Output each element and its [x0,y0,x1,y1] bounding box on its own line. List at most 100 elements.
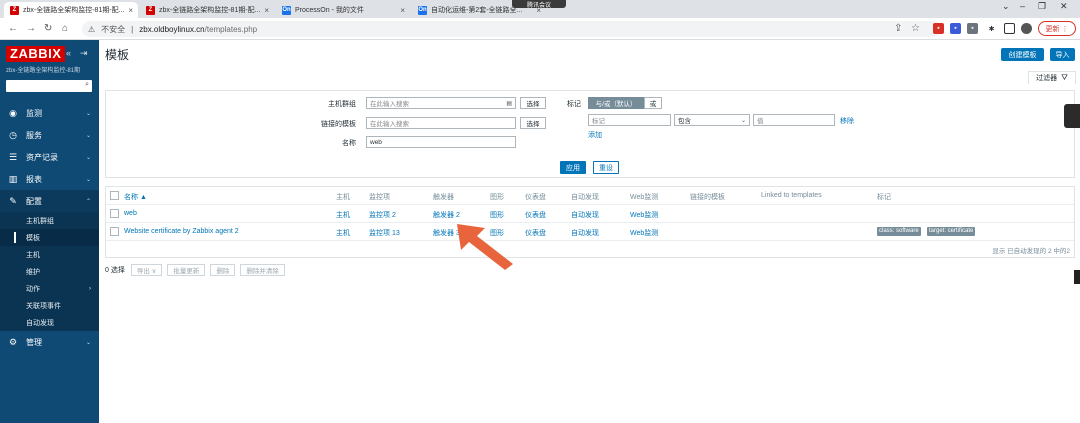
table-row: Website certificate by Zabbix agent 2 主机… [106,223,1074,241]
browser-tab-3[interactable]: On ProcessOn - 我的文件 × [276,2,410,18]
submenu-maintenance[interactable]: 维护 [0,263,99,280]
create-template-button[interactable]: 创建模板 [1001,48,1044,61]
close-tab-icon[interactable]: × [128,6,133,15]
bookmark-star-icon[interactable]: ☆ [911,23,920,34]
row-checkbox[interactable] [110,209,119,218]
placeholder: 值 [757,118,764,125]
reload-icon[interactable]: ↻ [44,23,52,34]
share-icon[interactable]: ⇪ [894,23,902,34]
discovery-link[interactable]: 自动发现 [571,210,599,220]
tag-badge[interactable]: target: certificate [927,227,976,236]
hosts-link[interactable]: 主机 [336,210,350,220]
menu-services[interactable]: ◷ 服务 ⌄ [0,124,99,146]
chevron-down-icon: ⌄ [85,132,91,139]
tag-operator-select[interactable]: 包含 ⌄ [674,114,750,126]
extension-blue-icon[interactable]: ▪ [950,23,961,34]
mass-update-button[interactable]: 批量更新 [167,264,206,276]
sidebar-search-input[interactable]: ⌕ [6,80,92,92]
items-link[interactable]: 监控项 13 [369,228,400,238]
web-link[interactable]: Web监测 [630,210,658,220]
linked-templates-select-button[interactable]: 选择 [520,117,546,129]
collapse-sidebar-icon[interactable]: « [66,48,71,58]
restore-icon[interactable]: ❐ [1038,1,1046,12]
submenu-hosts[interactable]: 主机 [0,246,99,263]
name-input[interactable]: web [366,136,516,148]
delete-and-clear-button[interactable]: 删除并清除 [240,264,285,276]
row-checkbox[interactable] [110,227,119,236]
and-or-toggle[interactable]: 与/或（默认） [588,97,644,109]
window-close-icon[interactable]: ✕ [1060,1,1068,12]
submenu-templates[interactable]: 模板 [0,229,99,246]
zabbix-logo[interactable]: ZABBIX [6,46,66,62]
tab-list-icon[interactable]: ⌄ [1002,1,1010,12]
floating-side-tab[interactable] [1064,104,1080,128]
web-link[interactable]: Web监测 [630,228,658,238]
menu-configuration[interactable]: ✎ 配置 ⌃ [0,190,99,212]
submenu-actions[interactable]: 动作 › [0,280,99,297]
back-icon[interactable]: ← [8,23,18,34]
import-button[interactable]: 导入 [1050,48,1075,61]
filter-tab-label: 过滤器 [1036,75,1058,82]
extension-red-icon[interactable]: ▪ [933,23,944,34]
home-icon[interactable]: ⌂ [62,23,68,34]
add-tag-link[interactable]: 添加 [588,130,602,140]
or-toggle[interactable]: 或 [644,97,662,109]
close-tab-icon[interactable]: × [264,6,269,15]
reset-button[interactable]: 重设 [593,161,619,174]
hosts-link[interactable]: 主机 [336,228,350,238]
search-icon[interactable]: ⌕ [85,81,89,89]
host-groups-select-button[interactable]: 选择 [520,97,546,109]
submenu-discovery[interactable]: 自动发现 [0,314,99,331]
header-web: Web监测 [630,194,659,201]
items-link[interactable]: 监控项 2 [369,210,396,220]
tab-title: 自动化运维-第2套-全链路全... [431,7,523,14]
dashboards-link[interactable]: 仪表盘 [525,210,546,220]
header-name[interactable]: 名称 ▲ [124,192,147,202]
url-field[interactable]: ⚠ 不安全 | zbx.oldboylinux.cn/templates.php [82,21,942,37]
minimize-icon[interactable]: – [1020,1,1025,11]
menu-label: 资产记录 [26,152,58,162]
table-footer [106,241,1074,257]
url-path: /templates.php [204,24,258,34]
linked-templates-input[interactable]: 在此输入搜索 [366,117,516,129]
menu-administration[interactable]: ⚙ 管理 ⌄ [0,331,99,353]
kiosk-mode-icon[interactable]: ⇥ [80,48,88,59]
browser-tab-2[interactable]: Z zbx-全链路全架构监控-81期-配... × [140,2,274,18]
submenu-host-groups[interactable]: 主机群组 [0,212,99,229]
menu-reports[interactable]: ▥ 报表 ⌄ [0,168,99,190]
template-name-link[interactable]: web [124,210,137,217]
browser-tab-1[interactable]: Z zbx-全链路全架构监控-81期-配... × [4,2,138,18]
profile-avatar-icon[interactable] [1021,23,1032,34]
triggers-link[interactable]: 触发器 2 [433,210,460,220]
select-all-checkbox[interactable] [110,191,119,200]
chevron-down-icon: ⌄ [85,176,91,183]
menu-label: 服务 [26,130,42,140]
menu-label: 报表 [26,174,42,184]
submenu-event-correlation[interactable]: 关联项事件 [0,297,99,314]
host-groups-input[interactable]: 在此输入搜索 ▤ [366,97,516,109]
forward-icon[interactable]: → [26,23,36,34]
close-tab-icon[interactable]: × [400,6,405,15]
extension-grey-icon[interactable]: ▪ [967,23,978,34]
submenu-label: 关联项事件 [26,302,61,310]
sidepanel-icon[interactable] [1004,23,1015,34]
graphs-link[interactable]: 图形 [490,210,504,220]
menu-inventory[interactable]: ☰ 资产记录 ⌄ [0,146,99,168]
discovery-link[interactable]: 自动发现 [571,228,599,238]
chart-icon: ▥ [8,173,18,184]
remove-tag-link[interactable]: 移除 [840,116,854,126]
export-button[interactable]: 导出 ∨ [130,264,163,276]
linked-templates-label: 链接的模板 [321,121,356,128]
delete-button[interactable]: 删除 [210,264,236,276]
template-name-link[interactable]: Website certificate by Zabbix agent 2 [124,228,239,235]
filter-tab[interactable]: 过滤器 ⛛ [1028,71,1076,84]
tag-badge[interactable]: class: software [877,227,921,236]
tag-value-input[interactable]: 值 [753,114,835,126]
floating-side-handle[interactable] [1074,270,1080,284]
update-button[interactable]: 更新 ⋮ [1038,21,1076,36]
menu-monitoring[interactable]: ◉ 监测 ⌄ [0,102,99,124]
apply-button[interactable]: 应用 [560,161,586,174]
dashboards-link[interactable]: 仪表盘 [525,228,546,238]
puzzle-icon[interactable]: ✱ [986,23,997,34]
tag-name-input[interactable]: 标记 [588,114,671,126]
